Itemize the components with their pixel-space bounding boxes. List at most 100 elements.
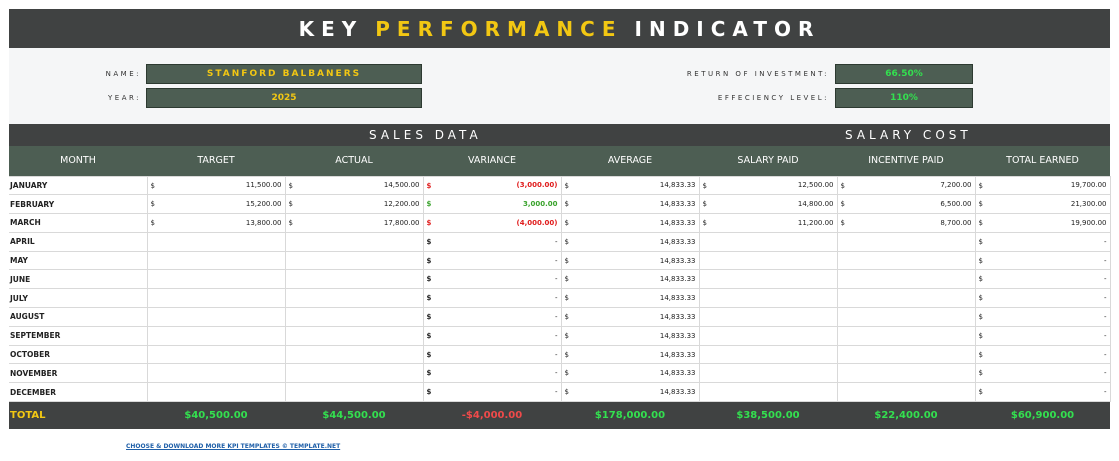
- target-cell[interactable]: $15,200.00: [146, 194, 286, 215]
- average-cell[interactable]: $14,833.33: [560, 325, 700, 346]
- target-cell[interactable]: [146, 325, 286, 346]
- incentive-cell[interactable]: $6,500.00: [836, 194, 976, 215]
- incentive-cell[interactable]: [836, 231, 976, 252]
- month-cell[interactable]: JANUARY: [9, 175, 148, 196]
- variance-cell[interactable]: $ -: [422, 307, 562, 327]
- incentive-cell[interactable]: $7,200.00: [836, 175, 976, 196]
- month-cell[interactable]: MAY: [9, 250, 148, 271]
- month-cell[interactable]: OCTOBER: [9, 344, 148, 365]
- total-cell[interactable]: $ -: [974, 325, 1111, 346]
- month-cell[interactable]: SEPTEMBER: [9, 325, 148, 346]
- average-cell[interactable]: $14,833.33: [560, 363, 700, 384]
- actual-cell[interactable]: [284, 325, 424, 346]
- salary-cell[interactable]: [698, 325, 838, 346]
- salary-cell[interactable]: [698, 363, 838, 384]
- variance-cell[interactable]: $ -: [422, 363, 562, 384]
- target-cell[interactable]: $11,500.00: [146, 175, 286, 196]
- average-cell[interactable]: $14,833.33: [560, 307, 700, 327]
- actual-cell[interactable]: [284, 231, 424, 252]
- actual-cell[interactable]: [284, 344, 424, 365]
- total-cell[interactable]: $ -: [974, 231, 1111, 252]
- total-cell[interactable]: $19,900.00: [974, 213, 1111, 233]
- month-cell[interactable]: NOVEMBER: [9, 363, 148, 384]
- variance-cell[interactable]: $ -: [422, 288, 562, 309]
- target-cell[interactable]: [146, 250, 286, 271]
- variance-cell[interactable]: $ -: [422, 382, 562, 403]
- salary-cell[interactable]: [698, 269, 838, 290]
- month-cell[interactable]: FEBRUARY: [9, 194, 148, 215]
- variance-cell[interactable]: $ -: [422, 269, 562, 290]
- year-field[interactable]: 2025: [146, 88, 422, 108]
- target-cell[interactable]: $13,800.00: [146, 213, 286, 233]
- salary-cell[interactable]: [698, 344, 838, 365]
- efficiency-field[interactable]: 110%: [835, 88, 973, 108]
- incentive-cell[interactable]: [836, 288, 976, 309]
- salary-cell[interactable]: $11,200.00: [698, 213, 838, 233]
- target-cell[interactable]: [146, 288, 286, 309]
- total-cell[interactable]: $ -: [974, 269, 1111, 290]
- salary-cell[interactable]: $12,500.00: [698, 175, 838, 196]
- month-cell[interactable]: JULY: [9, 288, 148, 309]
- total-cell[interactable]: $ -: [974, 344, 1111, 365]
- target-cell[interactable]: [146, 363, 286, 384]
- variance-cell[interactable]: $ -: [422, 344, 562, 365]
- total-cell[interactable]: $21,300.00: [974, 194, 1111, 215]
- month-cell[interactable]: AUGUST: [9, 307, 148, 327]
- variance-cell[interactable]: $ (4,000.00): [422, 213, 562, 233]
- variance-cell[interactable]: $ -: [422, 250, 562, 271]
- incentive-cell[interactable]: $8,700.00: [836, 213, 976, 233]
- total-cell[interactable]: $ -: [974, 250, 1111, 271]
- roi-field[interactable]: 66.50%: [835, 64, 973, 84]
- salary-cell[interactable]: [698, 250, 838, 271]
- target-cell[interactable]: [146, 307, 286, 327]
- total-cell[interactable]: $ -: [974, 307, 1111, 327]
- salary-cell[interactable]: [698, 307, 838, 327]
- month-cell[interactable]: MARCH: [9, 213, 148, 233]
- incentive-cell[interactable]: [836, 382, 976, 403]
- target-cell[interactable]: [146, 231, 286, 252]
- average-cell[interactable]: $14,833.33: [560, 175, 700, 196]
- variance-cell[interactable]: $ -: [422, 325, 562, 346]
- actual-cell[interactable]: $14,500.00: [284, 175, 424, 196]
- actual-cell[interactable]: [284, 250, 424, 271]
- total-cell[interactable]: $ -: [974, 288, 1111, 309]
- target-cell[interactable]: [146, 344, 286, 365]
- actual-cell[interactable]: $12,200.00: [284, 194, 424, 215]
- salary-cell[interactable]: [698, 382, 838, 403]
- target-cell[interactable]: [146, 382, 286, 403]
- incentive-cell[interactable]: [836, 269, 976, 290]
- month-cell[interactable]: JUNE: [9, 269, 148, 290]
- name-field[interactable]: STANFORD BALBANERS: [146, 64, 422, 84]
- average-cell[interactable]: $14,833.33: [560, 344, 700, 365]
- incentive-cell[interactable]: [836, 325, 976, 346]
- variance-cell[interactable]: $3,000.00: [422, 194, 562, 215]
- average-cell[interactable]: $14,833.33: [560, 194, 700, 215]
- month-cell[interactable]: APRIL: [9, 231, 148, 252]
- total-cell[interactable]: $19,700.00: [974, 175, 1111, 196]
- actual-cell[interactable]: $17,800.00: [284, 213, 424, 233]
- month-cell[interactable]: DECEMBER: [9, 382, 148, 403]
- salary-cell[interactable]: [698, 231, 838, 252]
- target-cell[interactable]: [146, 269, 286, 290]
- average-cell[interactable]: $14,833.33: [560, 288, 700, 309]
- actual-cell[interactable]: [284, 269, 424, 290]
- total-cell[interactable]: $ -: [974, 382, 1111, 403]
- total-cell[interactable]: $ -: [974, 363, 1111, 384]
- average-cell[interactable]: $14,833.33: [560, 231, 700, 252]
- variance-cell[interactable]: $ -: [422, 231, 562, 252]
- actual-cell[interactable]: [284, 307, 424, 327]
- incentive-cell[interactable]: [836, 250, 976, 271]
- salary-cell[interactable]: $14,800.00: [698, 194, 838, 215]
- actual-cell[interactable]: [284, 382, 424, 403]
- actual-cell[interactable]: [284, 288, 424, 309]
- incentive-cell[interactable]: [836, 344, 976, 365]
- actual-cell[interactable]: [284, 363, 424, 384]
- average-cell[interactable]: $14,833.33: [560, 213, 700, 233]
- variance-cell[interactable]: $ (3,000.00): [422, 175, 562, 196]
- average-cell[interactable]: $14,833.33: [560, 382, 700, 403]
- template-download-link[interactable]: CHOOSE & DOWNLOAD MORE KPI TEMPLATES © T…: [126, 443, 340, 450]
- incentive-cell[interactable]: [836, 363, 976, 384]
- salary-cell[interactable]: [698, 288, 838, 309]
- average-cell[interactable]: $14,833.33: [560, 250, 700, 271]
- incentive-cell[interactable]: [836, 307, 976, 327]
